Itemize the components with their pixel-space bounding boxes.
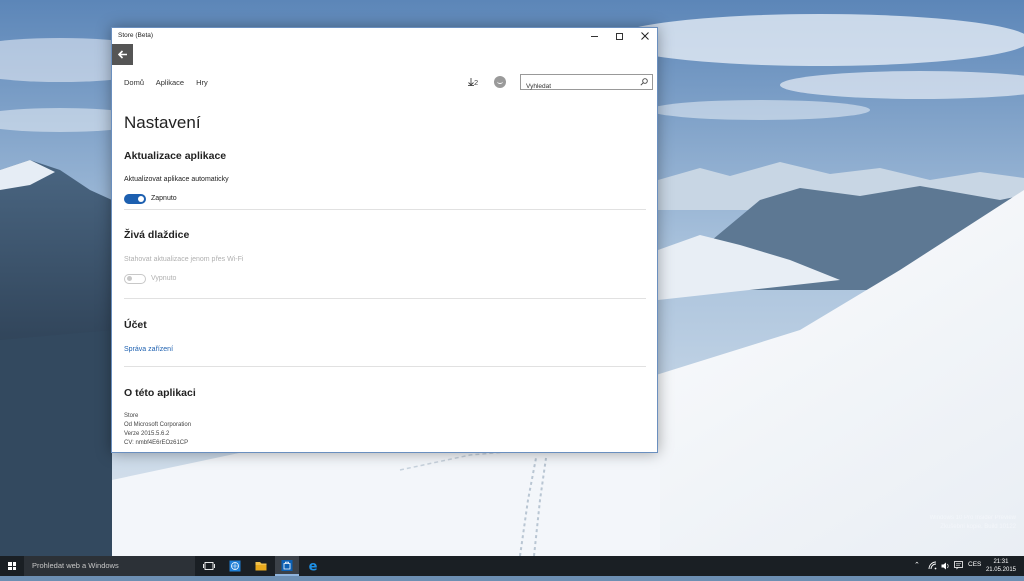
volume-icon[interactable] (941, 562, 950, 570)
taskbar-clock[interactable]: 21:31 21.05.2015 (986, 558, 1016, 574)
action-center-icon[interactable] (954, 561, 963, 570)
about-app-name: Store (124, 413, 139, 419)
divider (124, 366, 646, 367)
maximize-icon (616, 33, 623, 40)
downloads-count: 2 (474, 78, 479, 87)
chevron-up-icon[interactable]: ⌃ (914, 561, 920, 569)
taskbar-app-network[interactable] (223, 556, 247, 576)
taskbar-search-text: Prohledat web a Windows (32, 561, 119, 570)
taskbar-file-explorer[interactable] (249, 556, 273, 576)
network-app-icon (229, 560, 241, 572)
minimize-button[interactable] (582, 28, 607, 45)
system-tray: ⌃ CES 21:31 21.05.2015 (914, 556, 1024, 576)
account-icon[interactable] (494, 76, 506, 88)
divider (124, 209, 646, 210)
maximize-button[interactable] (607, 28, 632, 45)
clock-date: 21.05.2015 (985, 567, 1016, 573)
about-info: Store Od Microsoft Corporation Verze 201… (124, 412, 191, 448)
nav-games[interactable]: Hry (196, 78, 208, 87)
svg-text:e: e (309, 560, 318, 575)
toggle-knob (138, 195, 144, 202)
downloads-button[interactable]: 2 (468, 78, 478, 87)
page-title: Nastavení (124, 113, 201, 132)
wifi-only-toggle[interactable] (124, 273, 146, 284)
taskbar-edge[interactable]: e (301, 556, 325, 576)
title-bar[interactable]: Store (Beta) (112, 28, 657, 45)
about-cv: CV: nmbf4E6rEOz61CP (124, 440, 189, 446)
minimize-icon (591, 36, 598, 37)
store-window: Store (Beta) Domů Aplikace Hry 2 Nastave (111, 27, 658, 453)
back-button[interactable] (112, 44, 133, 65)
task-view-icon (203, 562, 215, 570)
watermark-line-2: Zkušební kopie. Build 10122 (940, 524, 1016, 530)
taskbar-store[interactable] (275, 556, 299, 576)
network-icon[interactable] (928, 561, 937, 570)
about-version: Verze 2015.5.6.2 (124, 431, 170, 437)
toggle-knob (127, 276, 132, 282)
section-heading-live-tile: Živá dlaždice (124, 229, 190, 241)
wifi-only-label: Stahovat aktualizace jenom přes Wi-Fi (124, 256, 244, 263)
wifi-only-state: Vypnuto (151, 275, 177, 283)
manage-devices-link[interactable]: Správa zařízení (124, 346, 173, 353)
section-heading-account: Účet (124, 319, 147, 331)
windows-logo-icon (8, 562, 16, 570)
auto-update-toggle[interactable] (124, 193, 146, 204)
wifi-only-toggle-row: Vypnuto (124, 270, 176, 288)
window-title: Store (Beta) (118, 32, 154, 39)
close-icon (640, 32, 649, 40)
top-navigation: Domů Aplikace Hry (124, 78, 218, 87)
section-heading-about: O této aplikaci (124, 387, 196, 399)
divider (124, 298, 646, 299)
nav-apps[interactable]: Aplikace (156, 78, 184, 87)
taskbar: Prohledat web a Windows e ⌃ CES 21:31 21… (0, 556, 1024, 576)
start-button[interactable] (0, 556, 24, 576)
task-view-button[interactable] (197, 556, 221, 576)
auto-update-toggle-row: Zapnuto (124, 190, 177, 208)
input-language[interactable]: CES (968, 561, 981, 568)
edge-icon: e (309, 560, 318, 575)
auto-update-state: Zapnuto (151, 195, 177, 203)
search-box (520, 74, 653, 93)
back-arrow-icon (117, 50, 127, 59)
section-heading-app-updates: Aktualizace aplikace (124, 150, 227, 162)
search-input[interactable] (521, 80, 636, 93)
nav-home[interactable]: Domů (124, 78, 144, 87)
about-publisher: Od Microsoft Corporation (124, 422, 192, 428)
watermark-line-1: Windows 10 Pro Insider Preview (929, 515, 1016, 521)
auto-update-label: Aktualizovat aplikace automaticky (124, 176, 229, 183)
clock-time: 21:31 (993, 559, 1009, 565)
file-explorer-icon (255, 562, 267, 571)
taskbar-search-box[interactable]: Prohledat web a Windows (24, 556, 195, 576)
search-icon[interactable] (640, 78, 648, 86)
windows-build-watermark: Windows 10 Pro Insider Preview Zkušební … (930, 514, 1016, 532)
close-button[interactable] (632, 28, 657, 45)
store-icon (281, 560, 293, 571)
